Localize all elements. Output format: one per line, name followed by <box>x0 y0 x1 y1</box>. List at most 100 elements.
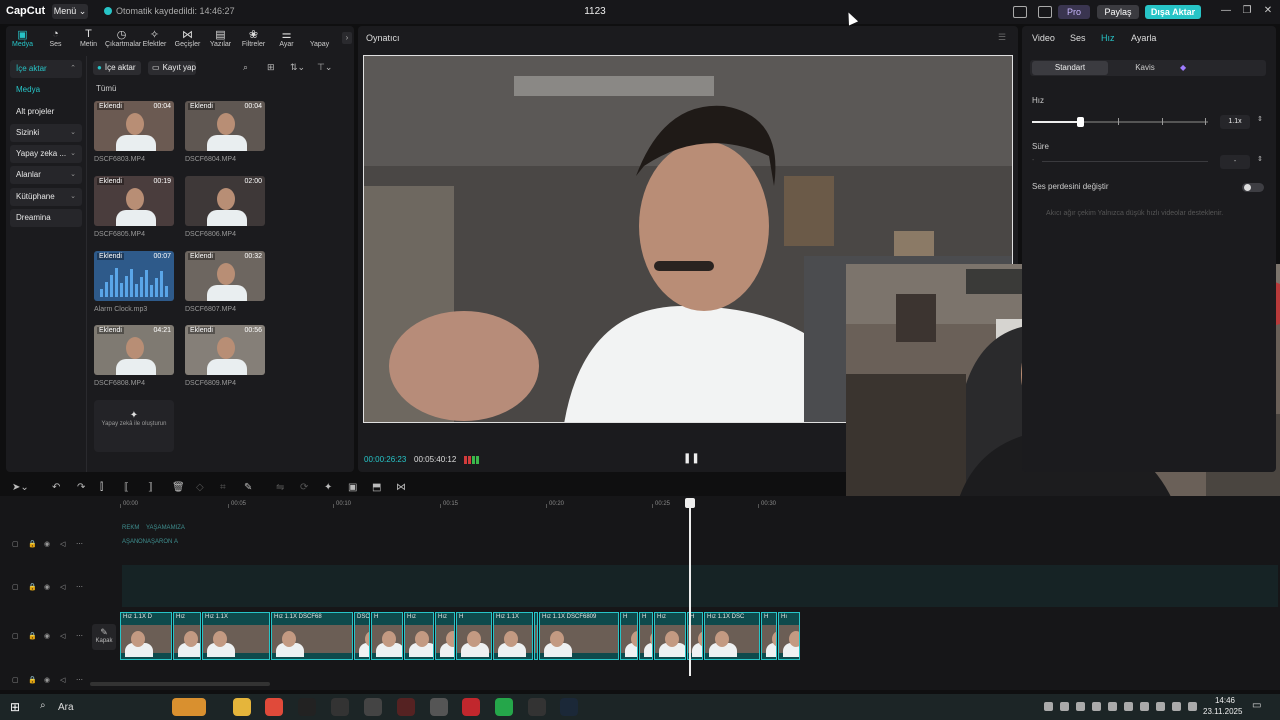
usb-app-icon[interactable] <box>430 698 448 716</box>
export-button[interactable]: Dışa Aktar <box>1145 5 1201 19</box>
sidenav-item-4[interactable]: Yapay zeka ... ⌄ <box>10 145 82 164</box>
text-clip[interactable]: A <box>174 539 178 545</box>
tool-tab-0[interactable]: ▣ Medya <box>6 26 39 52</box>
pause-icon[interactable]: ❚❚ <box>683 453 700 464</box>
sort-icon[interactable]: ⇅⌄ <box>290 62 305 73</box>
sidenav-item-1[interactable]: Medya <box>10 81 82 99</box>
media-item[interactable]: Eklendi 00:56 DSCF6809.MP4 <box>185 325 265 387</box>
video-clip[interactable]: H <box>761 612 777 660</box>
standard-mode-button[interactable]: Standart <box>1032 61 1108 75</box>
duration-value-input[interactable]: - <box>1220 155 1250 169</box>
tab-adjust[interactable]: Ayarla <box>1131 33 1156 43</box>
media-item[interactable]: Eklendi 04:21 DSCF6808.MP4 <box>94 325 174 387</box>
visibility-icon[interactable]: ◉ <box>44 583 50 591</box>
visibility-icon[interactable]: ◉ <box>44 540 50 548</box>
steam-icon[interactable] <box>560 698 578 716</box>
ai-create-card[interactable]: ✦ Yapay zekâ ile oluşturun <box>94 400 174 452</box>
curve-mode-button[interactable]: Kavis <box>1118 61 1172 75</box>
tool-tab-9[interactable]: Yapay <box>303 26 336 52</box>
close-icon[interactable]: ✕ <box>1260 5 1276 16</box>
capcut-icon[interactable] <box>528 698 546 716</box>
video-clip[interactable]: Hız 1.1X <box>493 612 533 660</box>
audio-split-icon[interactable]: ⋈ <box>396 482 406 493</box>
duration-stepper-icon[interactable]: ⇕ <box>1257 155 1263 163</box>
video-clip[interactable]: H <box>620 612 638 660</box>
mute-icon[interactable]: ◁ <box>60 632 65 640</box>
weather-icon[interactable] <box>172 698 206 716</box>
filter-icon[interactable]: ⊤⌄ <box>317 62 332 73</box>
tray-icon-3[interactable] <box>1076 702 1085 711</box>
import-button[interactable]: ● İçe aktar <box>93 61 141 75</box>
whatsapp-icon[interactable] <box>495 698 513 716</box>
mute-icon[interactable]: ◁ <box>60 676 65 684</box>
sidenav-item-2[interactable]: Alt projeler <box>10 103 82 121</box>
mute-icon[interactable]: ◁ <box>60 540 65 548</box>
speed-slider-handle[interactable] <box>1076 117 1084 127</box>
taskbar-search[interactable]: Ara <box>58 702 74 713</box>
media-item[interactable]: Eklendi 00:07 Alarm Clock.mp3 <box>94 251 174 313</box>
camera-icon[interactable] <box>1140 702 1149 711</box>
track-select-icon[interactable]: ▢ <box>12 583 19 591</box>
export-frame-icon[interactable]: ⬒ <box>372 482 381 493</box>
bluetooth-icon[interactable] <box>1156 702 1165 711</box>
video-clip[interactable]: Hı <box>778 612 800 660</box>
playhead-handle[interactable] <box>685 498 695 508</box>
volume-icon[interactable] <box>1188 702 1197 711</box>
tool-tab-1[interactable]: ◔ Ses <box>39 26 72 52</box>
tool-tab-4[interactable]: ✧ Efektler <box>138 26 171 52</box>
video-clip[interactable]: H <box>639 612 653 660</box>
split-right-icon[interactable]: ⟧ <box>148 482 153 493</box>
record-button[interactable]: ▭ Kayıt yap <box>148 61 196 75</box>
tab-speed[interactable]: Hız <box>1101 33 1115 43</box>
tool-tab-5[interactable]: ⋈ Geçişler <box>171 26 204 52</box>
media-item[interactable]: Eklendi 00:04 DSCF6804.MP4 <box>185 101 265 163</box>
player-menu-icon[interactable]: ☰ <box>998 32 1006 43</box>
magic-edit-icon[interactable]: ✎ <box>244 482 252 493</box>
tabs-scroll-right-icon[interactable]: › <box>342 32 352 44</box>
news-app-icon[interactable] <box>462 698 480 716</box>
view-toggle-icon[interactable]: ⊞ <box>267 62 275 73</box>
tab-audio[interactable]: Ses <box>1070 33 1086 43</box>
video-clip[interactable]: Hız 1.1X <box>202 612 270 660</box>
pro-button[interactable]: Pro <box>1058 5 1090 19</box>
tool-tab-7[interactable]: ❀ Filtreler <box>237 26 270 52</box>
media-item[interactable]: Eklendi 00:19 DSCF6805.MP4 <box>94 176 174 238</box>
video-clip[interactable]: Hız <box>173 612 201 660</box>
menu-button[interactable]: Menü ⌄ <box>52 4 88 19</box>
video-clip[interactable]: Hız 1.1X DSCF6809 <box>539 612 619 660</box>
playhead[interactable] <box>689 498 691 676</box>
pitch-toggle[interactable] <box>1242 183 1264 192</box>
undo-icon[interactable]: ↶ <box>52 482 60 493</box>
video-clip[interactable]: DSCF6809.MP4 <box>354 612 370 660</box>
timeline-scrollbar[interactable] <box>90 682 270 686</box>
more-icon[interactable]: ⋯ <box>76 583 83 591</box>
split-icon[interactable]: ⫿ <box>100 482 103 493</box>
media-item[interactable]: Eklendi 00:04 DSCF6803.MP4 <box>94 101 174 163</box>
video-clip[interactable]: Hız <box>534 612 538 660</box>
video-clip[interactable]: Hız <box>435 612 455 660</box>
tool-tab-3[interactable]: ◷ Çıkartmalar <box>105 26 141 52</box>
maximize-icon[interactable]: ❐ <box>1239 5 1255 16</box>
tray-icon-2[interactable] <box>1060 702 1069 711</box>
video-clip[interactable]: H <box>456 612 492 660</box>
lock-icon[interactable]: 🔒 <box>28 676 37 684</box>
cover-button[interactable]: ✎ Kapak <box>92 624 116 650</box>
more-icon[interactable]: ⋯ <box>76 676 83 684</box>
more-icon[interactable]: ⋯ <box>76 632 83 640</box>
track-select-icon[interactable]: ▢ <box>12 540 19 548</box>
shortcuts-icon[interactable] <box>1038 6 1052 18</box>
lock-icon[interactable]: 🔒 <box>28 583 37 591</box>
obs-icon[interactable] <box>397 698 415 716</box>
video-clip[interactable]: Hız <box>404 612 434 660</box>
all-filter-label[interactable]: Tümü <box>96 84 116 93</box>
delete-icon[interactable]: 🗑 <box>172 482 185 493</box>
clock-date[interactable]: 23.11.2025 <box>1203 707 1242 716</box>
speed-value-input[interactable]: 1.1x <box>1220 115 1250 129</box>
media-item[interactable]: 02:00 DSCF6806.MP4 <box>185 176 265 238</box>
track-select-icon[interactable]: ▢ <box>12 676 19 684</box>
track-select-icon[interactable]: ▢ <box>12 632 19 640</box>
tool-tab-8[interactable]: ⚌ Ayar <box>270 26 303 52</box>
media-item[interactable]: Eklendi 00:32 DSCF6807.MP4 <box>185 251 265 313</box>
redo-icon[interactable]: ↷ <box>77 482 85 493</box>
visibility-icon[interactable]: ◉ <box>44 676 50 684</box>
